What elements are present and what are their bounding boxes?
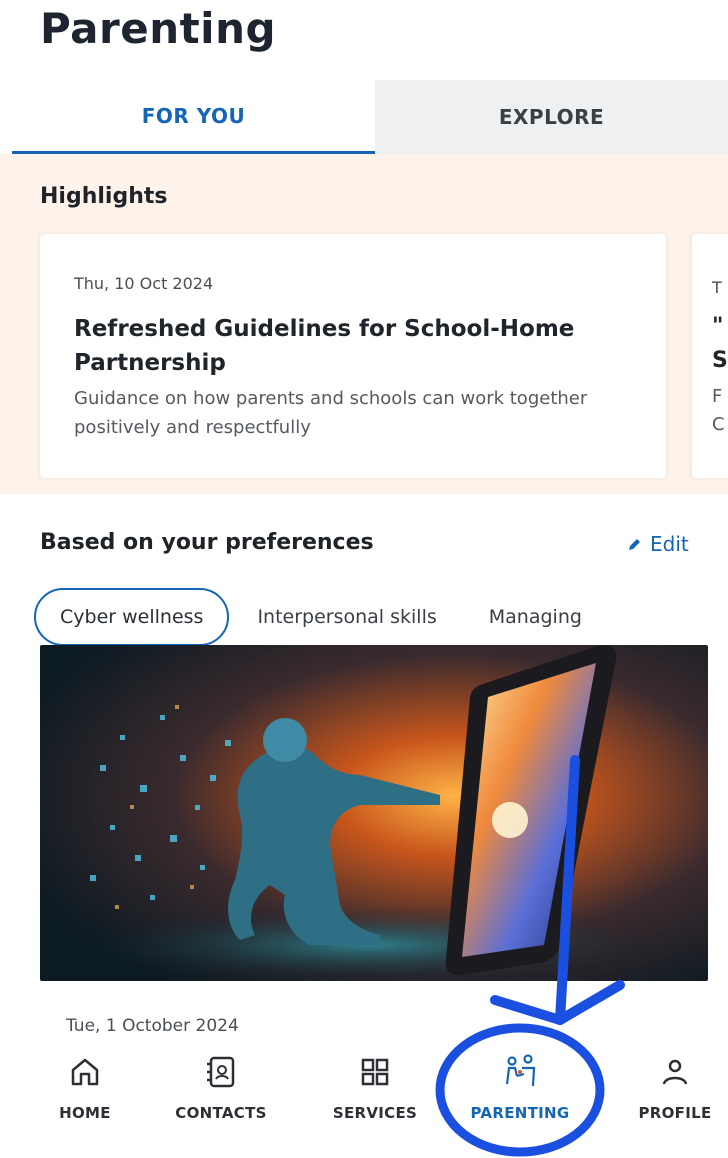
highlight-card[interactable]: Thu, 10 Oct 2024 Refreshed Guidelines fo… <box>40 234 666 478</box>
nav-profile-label: PROFILE <box>638 1104 712 1122</box>
chip-interpersonal-skills[interactable]: Interpersonal skills <box>233 588 460 646</box>
nav-contacts[interactable]: CONTACTS <box>161 1052 281 1132</box>
chip-cyber-wellness[interactable]: Cyber wellness <box>34 588 230 646</box>
home-icon <box>65 1052 105 1092</box>
nav-services[interactable]: SERVICES <box>315 1052 435 1132</box>
card-description: Guidance on how parents and schools can … <box>74 388 588 438</box>
article-hero-image[interactable] <box>40 645 708 981</box>
edit-label: Edit <box>650 532 689 556</box>
highlight-card-next[interactable]: T " S F C <box>692 234 728 478</box>
card-headline-line2: S <box>712 348 728 373</box>
contacts-icon <box>201 1052 241 1092</box>
pencil-icon <box>628 532 642 556</box>
services-grid-icon <box>355 1052 395 1092</box>
card-date: Thu, 10 Oct 2024 <box>74 274 214 293</box>
nav-home-label: HOME <box>59 1104 111 1122</box>
highlights-title: Highlights <box>40 184 168 209</box>
profile-icon <box>655 1052 695 1092</box>
preferences-title: Based on your preferences <box>40 530 374 555</box>
card-headline: " <box>712 314 724 339</box>
preference-chips: Cyber wellness Interpersonal skills Mana… <box>34 586 728 648</box>
tab-for-you[interactable]: FOR YOU <box>12 80 375 154</box>
card-description: F <box>712 386 723 407</box>
page-title: Parenting <box>40 4 277 53</box>
card-description-line2: C <box>712 414 725 435</box>
nav-parenting-label: PARENTING <box>470 1104 570 1122</box>
chip-managing[interactable]: Managing <box>465 588 606 646</box>
nav-profile[interactable]: PROFILE <box>615 1052 728 1132</box>
parenting-icon <box>500 1052 540 1092</box>
tab-bar: FOR YOU EXPLORE <box>12 80 728 154</box>
tab-explore[interactable]: EXPLORE <box>375 80 728 154</box>
nav-services-label: SERVICES <box>332 1104 418 1122</box>
edit-preferences-button[interactable]: Edit <box>628 532 689 556</box>
bottom-navigation: HOME CONTACTS SERVICES PARENTING PROFILE <box>0 1044 728 1158</box>
card-date: T <box>712 278 722 297</box>
card-headline: Refreshed Guidelines for School-Home Par… <box>74 316 575 376</box>
article-date: Tue, 1 October 2024 <box>66 1016 239 1036</box>
nav-home[interactable]: HOME <box>25 1052 145 1132</box>
nav-parenting[interactable]: PARENTING <box>460 1052 580 1132</box>
nav-contacts-label: CONTACTS <box>175 1104 267 1122</box>
